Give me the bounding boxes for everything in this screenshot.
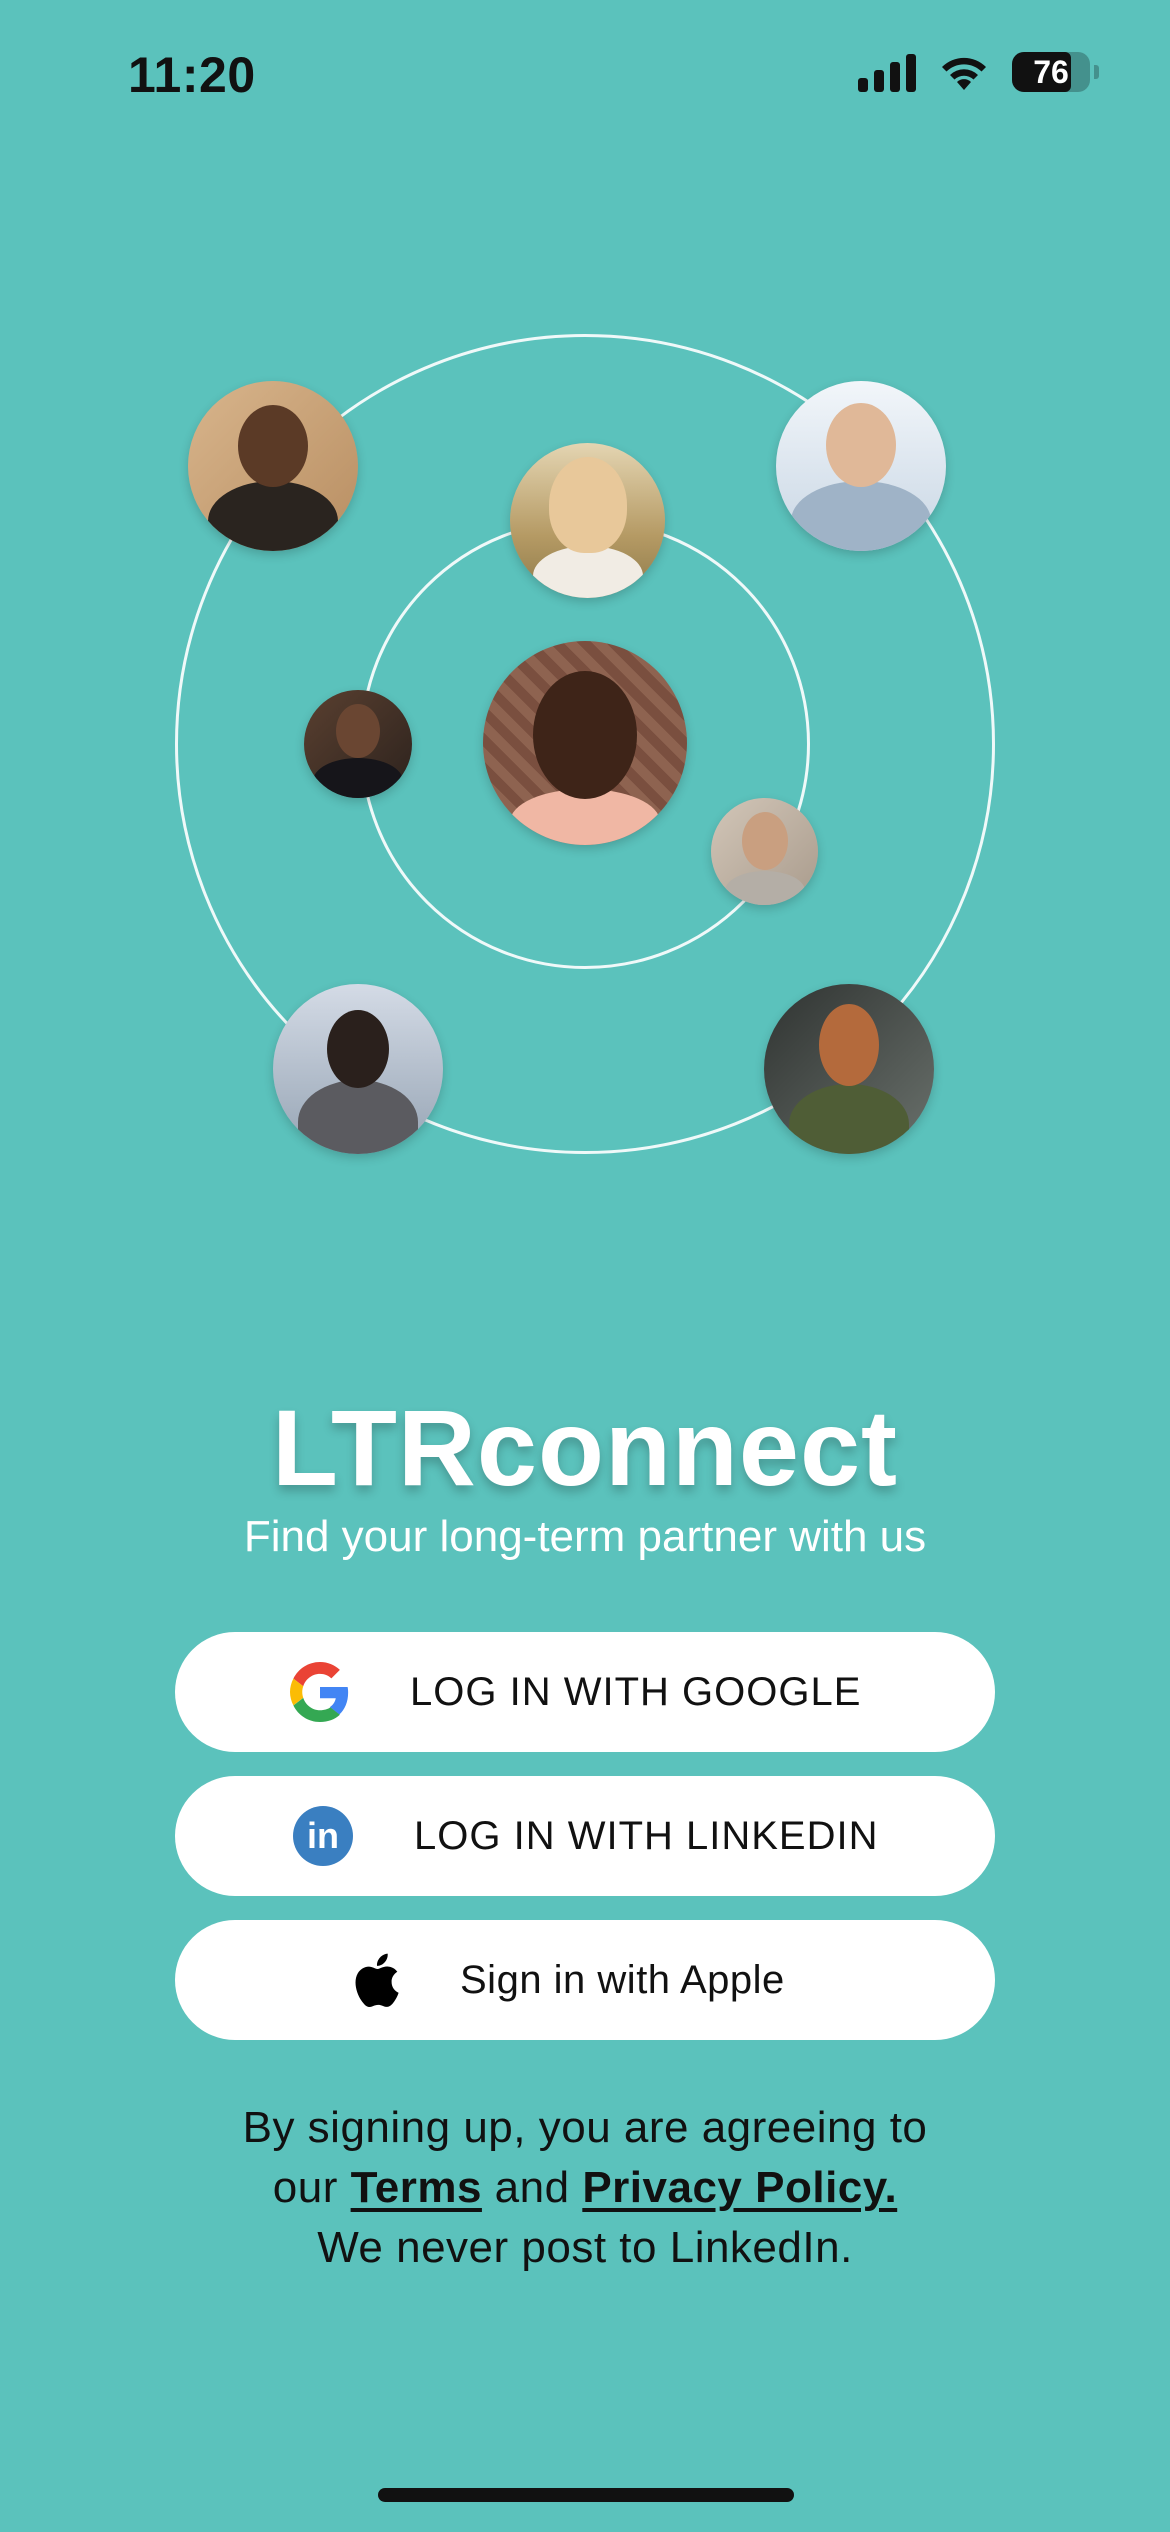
profile-photo-woman-blonde xyxy=(510,443,665,598)
terms-link[interactable]: Terms xyxy=(351,2163,482,2212)
apple-signin-button[interactable]: Sign in with Apple xyxy=(175,1920,995,2040)
legal-line-1: By signing up, you are agreeing to xyxy=(242,2103,928,2152)
app-title: LTRconnect xyxy=(272,1387,898,1508)
profile-photo-man-beard-outdoor xyxy=(764,984,934,1154)
legal-and: and xyxy=(494,2163,570,2212)
home-indicator[interactable] xyxy=(378,2488,794,2502)
legal-line-2: our Terms and Privacy Policy. xyxy=(0,2158,1170,2218)
profile-photo-man-suit xyxy=(304,690,412,798)
profile-photo-man-beard-dark xyxy=(188,381,358,551)
google-login-label: LOG IN WITH GOOGLE xyxy=(410,1670,862,1714)
google-login-button[interactable]: LOG IN WITH GOOGLE xyxy=(175,1632,995,1752)
profile-orbit-illustration xyxy=(0,0,1170,1200)
legal-disclaimer: By signing up, you are agreeing to our T… xyxy=(0,2098,1170,2278)
profile-photo-woman-smiling-center xyxy=(483,641,687,845)
linkedin-login-button[interactable]: in LOG IN WITH LINKEDIN xyxy=(175,1776,995,1896)
linkedin-icon: in xyxy=(293,1806,353,1866)
profile-photo-man-thinking xyxy=(711,798,818,905)
google-icon xyxy=(290,1662,349,1722)
linkedin-login-label: LOG IN WITH LINKEDIN xyxy=(414,1814,879,1858)
legal-line-3: We never post to LinkedIn. xyxy=(317,2223,853,2272)
apple-signin-label: Sign in with Apple xyxy=(460,1958,785,2002)
privacy-policy-link[interactable]: Privacy Policy. xyxy=(582,2163,897,2212)
profile-photo-woman-city xyxy=(273,984,443,1154)
legal-prefix: our xyxy=(272,2163,338,2212)
app-subtitle: Find your long-term partner with us xyxy=(243,1512,927,1561)
profile-photo-man-glasses-office xyxy=(776,381,946,551)
apple-icon xyxy=(355,1953,399,2008)
